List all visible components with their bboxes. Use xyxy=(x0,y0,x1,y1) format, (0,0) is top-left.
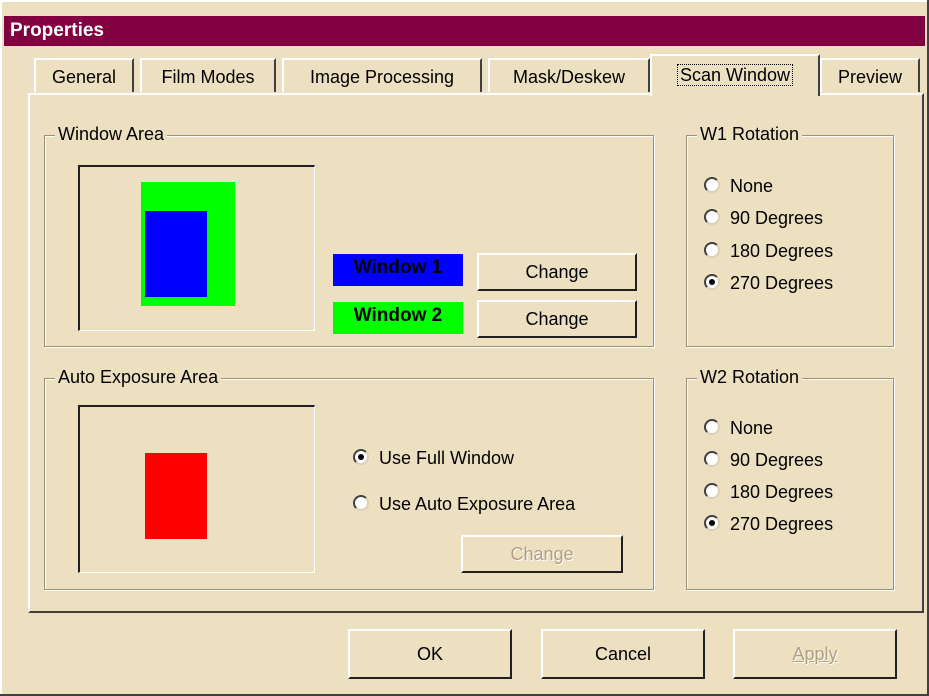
w1-rotation-label: W1 Rotation xyxy=(697,124,803,145)
tab-general[interactable]: General xyxy=(34,58,134,92)
apply-button[interactable]: Apply xyxy=(733,629,897,679)
auto-exposure-rect xyxy=(145,453,207,539)
w1-270-radio[interactable]: 270 Degrees xyxy=(704,273,833,294)
w2-90-radio[interactable]: 90 Degrees xyxy=(704,450,823,471)
w1-90-radio[interactable]: 90 Degrees xyxy=(704,208,823,229)
window2-label: Window 2 xyxy=(333,302,463,334)
w2-none-radio[interactable]: None xyxy=(704,418,773,439)
radio-unchecked-icon xyxy=(704,419,720,436)
tab-preview[interactable]: Preview xyxy=(820,58,920,92)
tab-film-modes[interactable]: Film Modes xyxy=(140,58,276,92)
use-auto-exposure-area-radio[interactable]: Use Auto Exposure Area xyxy=(353,494,575,515)
window-area-label: Window Area xyxy=(55,124,168,145)
cancel-button[interactable]: Cancel xyxy=(541,629,705,679)
ok-button[interactable]: OK xyxy=(348,629,512,679)
tab-mask-deskew[interactable]: Mask/Deskew xyxy=(488,58,650,92)
properties-dialog: Properties General Film Modes Image Proc… xyxy=(0,0,929,696)
auto-exposure-change-button[interactable]: Change xyxy=(461,535,623,573)
window1-change-button[interactable]: Change xyxy=(477,253,637,291)
radio-checked-icon xyxy=(704,515,720,532)
window1-label: Window 1 xyxy=(333,254,463,286)
dialog-title: Properties xyxy=(10,20,104,41)
radio-unchecked-icon xyxy=(704,209,720,226)
radio-checked-icon xyxy=(704,274,720,291)
use-full-window-radio[interactable]: Use Full Window xyxy=(353,448,514,469)
tab-image-processing[interactable]: Image Processing xyxy=(282,58,482,92)
w1-none-radio[interactable]: None xyxy=(704,176,773,197)
w2-270-radio[interactable]: 270 Degrees xyxy=(704,514,833,535)
window2-change-button[interactable]: Change xyxy=(477,300,637,338)
radio-unchecked-icon xyxy=(704,451,720,468)
auto-exposure-label: Auto Exposure Area xyxy=(55,367,222,388)
radio-unchecked-icon xyxy=(704,483,720,500)
radio-unchecked-icon xyxy=(704,242,720,259)
radio-unchecked-icon xyxy=(704,177,720,194)
w1-180-radio[interactable]: 180 Degrees xyxy=(704,241,833,262)
w2-180-radio[interactable]: 180 Degrees xyxy=(704,482,833,503)
title-bar: Properties xyxy=(4,16,925,46)
tab-scan-window[interactable]: Scan Window xyxy=(650,54,820,96)
window1-rect xyxy=(145,211,207,297)
radio-unchecked-icon xyxy=(353,495,369,512)
w2-rotation-label: W2 Rotation xyxy=(697,367,803,388)
radio-checked-icon xyxy=(353,449,369,466)
